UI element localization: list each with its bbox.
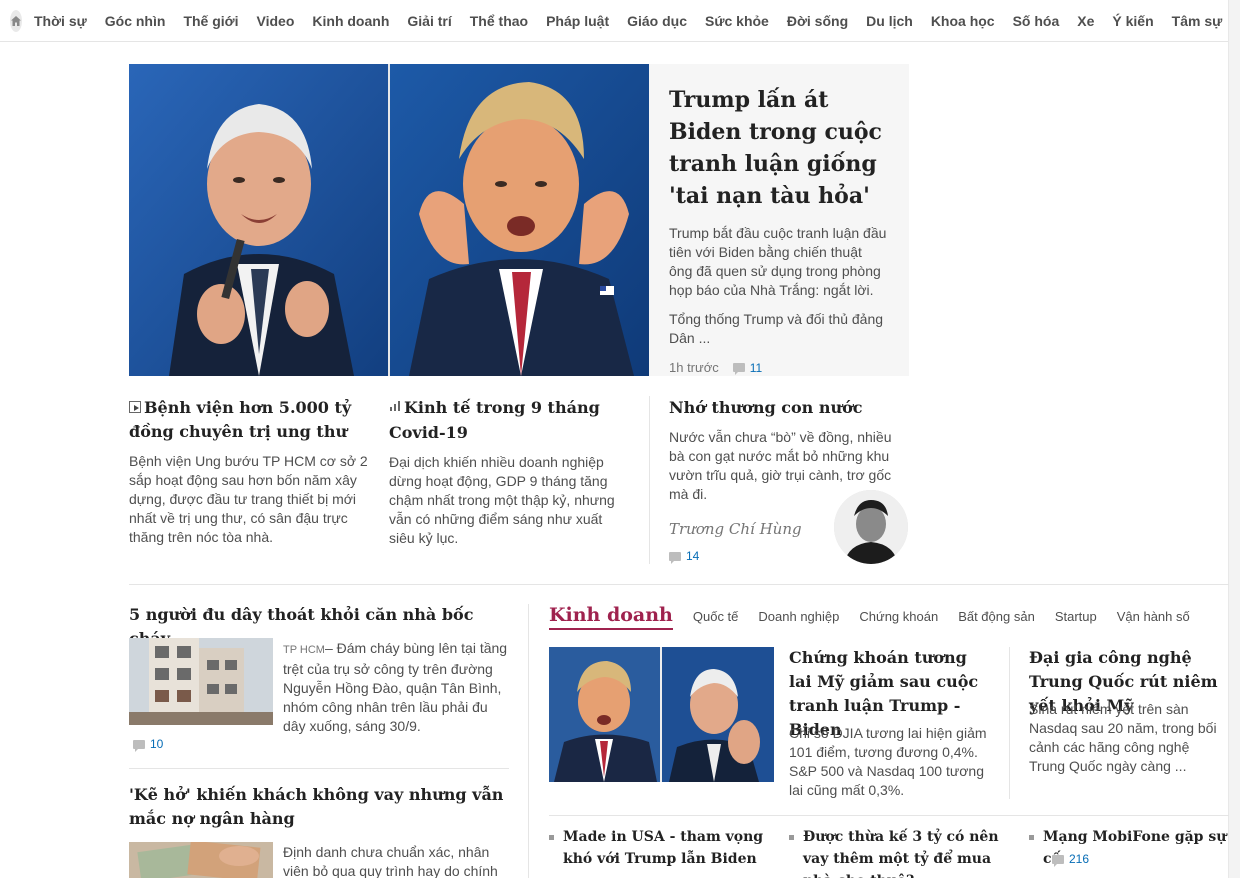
trump-biden-illustration (549, 647, 774, 782)
story-chay-location: TP HCM (283, 644, 325, 656)
story-chay-description: TP HCM– Đám cháy bùng lên tại tầng trệt … (283, 639, 509, 736)
story-chay-thumbnail[interactable] (129, 638, 273, 725)
nav-item-giao-duc[interactable]: Giáo dục (627, 13, 687, 29)
kinh-doanh-header: Kinh doanh Quốc tế Doanh nghiệp Chứng kh… (549, 604, 1210, 630)
section-divider (129, 584, 1229, 585)
opinion-title[interactable]: Nhớ thương con nước (669, 396, 894, 420)
comment-icon (1052, 854, 1064, 867)
kinh-doanh-bullet-2[interactable]: Được thừa kế 3 tỷ có nên vay thêm một tỷ… (789, 826, 1009, 878)
hero-image[interactable] (129, 64, 649, 376)
hero-title[interactable]: Trump lấn át Biden trong cuộc tranh luận… (669, 84, 889, 212)
opinion-author[interactable]: Trương Chí Hùng (669, 520, 802, 538)
page-scrollbar[interactable] (1228, 0, 1240, 878)
nav-item-the-gioi[interactable]: Thế giới (183, 13, 238, 29)
money-illustration (129, 842, 273, 878)
kinh-doanh-main-thumbnail[interactable] (549, 647, 774, 782)
hero-time: 1h trước (669, 360, 719, 375)
story-benh-vien: Bệnh viện hơn 5.000 tỷ đồng chuyên trị u… (129, 396, 369, 547)
bullet-3-comments: 216 (1069, 852, 1090, 866)
story-chay-comments: 10 (150, 737, 164, 751)
nav-item-kinh-doanh[interactable]: Kinh doanh (312, 13, 389, 29)
section-title-kinh-doanh[interactable]: Kinh doanh (549, 604, 673, 630)
column-divider (649, 396, 650, 564)
subcategory-quoc-te[interactable]: Quốc tế (693, 609, 739, 630)
kinh-doanh-side-description: Sina rút niêm yết trên sàn Nasdaq sau 20… (1029, 701, 1217, 774)
story-title-text: Kinh tế trong 9 tháng Covid-19 (389, 398, 600, 442)
nav-item-suc-khoe[interactable]: Sức khỏe (705, 13, 769, 29)
top-navigation: Thời sự Góc nhìn Thế giới Video Kinh doa… (0, 0, 1240, 42)
opinion-comment-count[interactable]: 14 (669, 549, 700, 564)
story-kinh-te: Kinh tế trong 9 tháng Covid-19 Đại dịch … (389, 396, 629, 548)
story-description: Bệnh viện Ung bướu TP HCM cơ sở 2 sắp ho… (129, 453, 368, 545)
comment-icon (133, 739, 145, 752)
hero-comment-count[interactable]: 11 (732, 360, 763, 375)
story-ngan-hang-thumbnail[interactable] (129, 842, 273, 878)
nav-item-thoi-su[interactable]: Thời sự (34, 13, 87, 29)
building-illustration (129, 638, 273, 725)
nav-item-so-hoa[interactable]: Số hóa (1013, 13, 1060, 29)
video-icon (129, 400, 141, 413)
story-opinion: Nhớ thương con nước Nước vẫn chưa “bò” v… (669, 396, 894, 504)
kinh-doanh-main-description: Chỉ số DJIA tương lai hiện giảm 101 điểm… (789, 725, 987, 798)
hero-description-2: Tổng thống Trump và đối thủ đảng Dân ... (669, 311, 884, 346)
kinh-doanh-bullet-1[interactable]: Made in USA - tham vọng khó với Trump lẫ… (549, 826, 769, 870)
nav-item-khoa-hoc[interactable]: Khoa học (931, 13, 995, 29)
story-title[interactable]: Bệnh viện hơn 5.000 tỷ đồng chuyên trị u… (129, 396, 369, 444)
bullet-3-comment-count[interactable]: 216 (1052, 852, 1090, 867)
section-divider (549, 815, 1229, 816)
story-ngan-hang-description: Định danh chưa chuẩn xác, nhân viên bỏ q… (283, 844, 498, 878)
nav-item-xe[interactable]: Xe (1077, 13, 1094, 29)
subcategory-startup[interactable]: Startup (1055, 609, 1097, 630)
hero-meta: 1h trước 11 (669, 360, 889, 375)
story-chay-comment-count[interactable]: 10 (133, 737, 164, 752)
story-ngan-hang-title[interactable]: 'Kẽ hở' khiến khách không vay nhưng vẫn … (129, 783, 509, 831)
story-title[interactable]: Kinh tế trong 9 tháng Covid-19 (389, 396, 629, 445)
subcategory-van-hanh-so[interactable]: Vận hành số (1117, 609, 1190, 630)
subcategory-chung-khoan[interactable]: Chứng khoán (859, 609, 938, 630)
hero-panel: Trump lấn át Biden trong cuộc tranh luận… (649, 64, 909, 376)
nav-item-du-lich[interactable]: Du lịch (866, 13, 913, 29)
author-portrait (834, 490, 908, 564)
infographic-icon (389, 395, 401, 419)
nav-item-doi-song[interactable]: Đời sống (787, 13, 848, 29)
hero-description: Trump bắt đầu cuộc tranh luận đầu tiên v… (669, 225, 887, 298)
opinion-comments: 14 (686, 549, 700, 563)
subcategory-bat-dong-san[interactable]: Bất động sản (958, 609, 1035, 630)
nav-item-tam-su[interactable]: Tâm sự (1172, 13, 1223, 29)
comment-icon (732, 363, 745, 375)
nav-items: Thời sự Góc nhìn Thế giới Video Kinh doa… (34, 13, 1240, 29)
home-icon[interactable] (10, 9, 22, 32)
nav-item-giai-tri[interactable]: Giải trí (407, 13, 451, 29)
story-divider (129, 768, 509, 769)
story-description: Đại dịch khiến nhiều doanh nghiệp dừng h… (389, 453, 615, 546)
hero-comments: 11 (749, 360, 763, 375)
nav-item-the-thao[interactable]: Thể thao (470, 13, 528, 29)
nav-item-goc-nhin[interactable]: Góc nhìn (105, 13, 166, 29)
column-divider (528, 604, 529, 878)
hero-photo-illustration (129, 64, 649, 376)
subcategory-doanh-nghiep[interactable]: Doanh nghiệp (758, 609, 839, 630)
nav-item-video[interactable]: Video (257, 13, 295, 29)
story-title-text: Bệnh viện hơn 5.000 tỷ đồng chuyên trị u… (129, 398, 352, 441)
nav-item-y-kien[interactable]: Ý kiến (1112, 13, 1153, 29)
column-divider (1009, 647, 1010, 799)
nav-item-phap-luat[interactable]: Pháp luật (546, 13, 609, 29)
author-avatar[interactable] (834, 490, 908, 564)
comment-icon (669, 551, 681, 564)
